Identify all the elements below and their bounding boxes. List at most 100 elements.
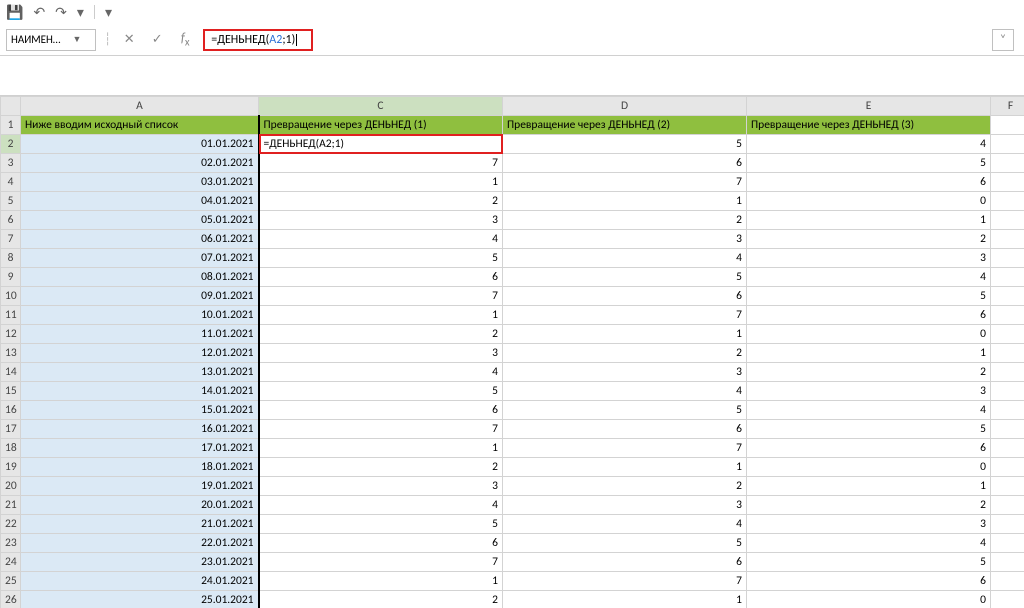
cell[interactable]: 2 [747, 363, 991, 382]
cell[interactable]: 5 [503, 135, 747, 154]
row-header[interactable]: 17 [1, 420, 21, 439]
cell[interactable] [991, 287, 1024, 306]
cell-colA[interactable]: 20.01.2021 [21, 496, 259, 515]
cell[interactable] [991, 173, 1024, 192]
name-box-dropdown-icon[interactable]: ▼ [69, 34, 85, 45]
cell-colA[interactable]: 19.01.2021 [21, 477, 259, 496]
row-header[interactable]: 10 [1, 287, 21, 306]
cell[interactable]: 1 [259, 439, 503, 458]
cell-colA[interactable]: 07.01.2021 [21, 249, 259, 268]
cell-colA[interactable]: 09.01.2021 [21, 287, 259, 306]
cell[interactable]: 2 [259, 458, 503, 477]
cell-colA[interactable]: 06.01.2021 [21, 230, 259, 249]
row-header[interactable]: 14 [1, 363, 21, 382]
cell-colA[interactable]: 25.01.2021 [21, 591, 259, 608]
cell-colA[interactable]: 18.01.2021 [21, 458, 259, 477]
cell[interactable] [991, 249, 1024, 268]
header-cell[interactable]: Превращение через ДЕНЬНЕД (2) [503, 116, 747, 135]
cell[interactable] [991, 382, 1024, 401]
cell-colA[interactable]: 04.01.2021 [21, 192, 259, 211]
cell[interactable]: 1 [747, 477, 991, 496]
qat-overflow-icon[interactable]: ▾ [105, 4, 112, 21]
cell-colA[interactable]: 03.01.2021 [21, 173, 259, 192]
cell[interactable]: 7 [503, 173, 747, 192]
confirm-formula-icon[interactable]: ✓ [147, 32, 167, 47]
cell[interactable]: 4 [747, 268, 991, 287]
header-cell[interactable]: Превращение через ДЕНЬНЕД (3) [747, 116, 991, 135]
cell[interactable]: 3 [747, 249, 991, 268]
header-cell[interactable]: Ниже вводим исходный список [21, 116, 259, 135]
cell-colA[interactable]: 17.01.2021 [21, 439, 259, 458]
save-icon[interactable]: 💾 [6, 4, 23, 21]
cell[interactable] [991, 344, 1024, 363]
cell-colA[interactable]: 02.01.2021 [21, 154, 259, 173]
cell[interactable] [991, 553, 1024, 572]
cell[interactable] [991, 192, 1024, 211]
formula-input-wrap[interactable]: =ДЕНЬНЕД(A2;1) [203, 29, 984, 51]
cell[interactable]: 1 [259, 306, 503, 325]
cell[interactable] [991, 116, 1024, 135]
cell-colA[interactable]: 23.01.2021 [21, 553, 259, 572]
name-box-input[interactable] [7, 30, 69, 50]
cell[interactable] [991, 135, 1024, 154]
cell-colA[interactable]: 08.01.2021 [21, 268, 259, 287]
cell[interactable]: 6 [503, 154, 747, 173]
cell[interactable]: 5 [747, 553, 991, 572]
cell[interactable] [991, 363, 1024, 382]
cell[interactable]: 0 [747, 192, 991, 211]
name-box[interactable]: ▼ [6, 29, 96, 51]
row-header[interactable]: 9 [1, 268, 21, 287]
col-header-C[interactable]: C [259, 97, 503, 116]
cell[interactable]: 3 [503, 496, 747, 515]
cell[interactable]: 4 [259, 363, 503, 382]
cell[interactable] [991, 534, 1024, 553]
col-header-F[interactable]: F [991, 97, 1024, 116]
cell[interactable]: 0 [747, 325, 991, 344]
row-header[interactable]: 24 [1, 553, 21, 572]
cell[interactable]: 6 [259, 268, 503, 287]
cell[interactable] [991, 496, 1024, 515]
row-header[interactable]: 4 [1, 173, 21, 192]
cell[interactable]: 2 [503, 477, 747, 496]
cell[interactable]: 7 [503, 572, 747, 591]
cell[interactable]: 7 [503, 306, 747, 325]
cell[interactable]: 3 [259, 211, 503, 230]
cell[interactable]: 3 [747, 515, 991, 534]
cell[interactable]: 1 [259, 173, 503, 192]
row-header[interactable]: 16 [1, 401, 21, 420]
cell[interactable]: 4 [747, 135, 991, 154]
cell[interactable]: 4 [503, 382, 747, 401]
cell[interactable]: 3 [259, 344, 503, 363]
cell[interactable] [991, 458, 1024, 477]
row-header[interactable]: 15 [1, 382, 21, 401]
cell[interactable]: 4 [747, 534, 991, 553]
row-header[interactable]: 6 [1, 211, 21, 230]
cell[interactable]: 6 [747, 173, 991, 192]
cell[interactable]: 6 [259, 401, 503, 420]
cell[interactable]: 5 [503, 401, 747, 420]
cell[interactable]: 5 [503, 268, 747, 287]
cell[interactable]: 6 [747, 439, 991, 458]
header-cell[interactable]: Превращение через ДЕНЬНЕД (1) [259, 116, 503, 135]
cell[interactable]: 5 [259, 382, 503, 401]
row-header[interactable]: 25 [1, 572, 21, 591]
cell[interactable]: 6 [503, 287, 747, 306]
cell[interactable]: 1 [747, 211, 991, 230]
select-all-corner[interactable] [1, 97, 21, 116]
cell[interactable]: 3 [503, 363, 747, 382]
row-header[interactable]: 21 [1, 496, 21, 515]
row-header[interactable]: 7 [1, 230, 21, 249]
cell[interactable]: 2 [259, 591, 503, 608]
cell[interactable]: 2 [747, 230, 991, 249]
cell[interactable]: 5 [259, 515, 503, 534]
cell[interactable] [991, 439, 1024, 458]
cell[interactable]: 1 [503, 591, 747, 608]
cell[interactable]: 1 [259, 572, 503, 591]
cell[interactable]: 2 [503, 344, 747, 363]
col-header-D[interactable]: D [503, 97, 747, 116]
cell[interactable] [991, 477, 1024, 496]
row-header[interactable]: 23 [1, 534, 21, 553]
row-header[interactable]: 1 [1, 116, 21, 135]
cell-colA[interactable]: 14.01.2021 [21, 382, 259, 401]
cell[interactable]: 5 [747, 287, 991, 306]
